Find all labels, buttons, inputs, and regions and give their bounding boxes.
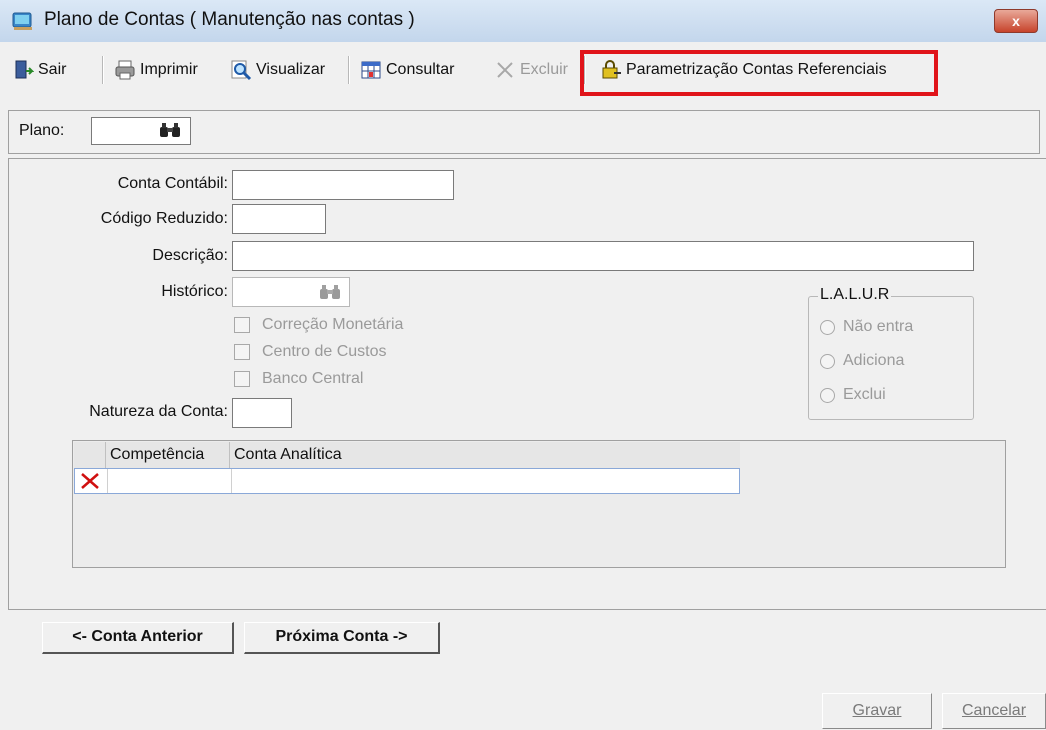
correcao-monetaria-label: Correção Monetária [262, 316, 404, 333]
nao-entra-radio[interactable]: Não entra [820, 318, 913, 336]
descricao-label: Descrição: [152, 247, 228, 264]
close-icon: x [1012, 13, 1020, 29]
grid-header: Competência Conta Analítica [74, 442, 740, 469]
banco-central-label: Banco Central [262, 370, 364, 387]
table-icon [361, 61, 381, 79]
imprimir-button[interactable]: Imprimir [114, 56, 198, 84]
codigo-reduzido-label: Código Reduzido: [100, 210, 228, 227]
checkbox-box [234, 344, 250, 360]
centro-custos-checkbox[interactable]: Centro de Custos [234, 343, 387, 361]
delete-x-icon [81, 473, 99, 489]
magnifier-icon [231, 60, 252, 81]
binoculars-icon[interactable] [159, 122, 181, 138]
visualizar-label: Visualizar [256, 61, 326, 78]
highlight-box [580, 50, 938, 96]
consultar-button[interactable]: Consultar [360, 56, 454, 84]
close-button[interactable]: x [994, 9, 1038, 33]
banco-central-checkbox[interactable]: Banco Central [234, 370, 363, 388]
app-icon [12, 12, 32, 30]
gravar-button[interactable]: Gravar [822, 693, 932, 729]
checkbox-box [234, 371, 250, 387]
conta-contabil-input[interactable] [232, 170, 454, 200]
exclui-radio[interactable]: Exclui [820, 386, 886, 404]
natureza-input[interactable] [232, 398, 292, 428]
nao-entra-label: Não entra [843, 318, 914, 335]
lalur-title: L.A.L.U.R [818, 286, 892, 304]
printer-icon [115, 60, 135, 80]
radio-dot [820, 319, 835, 335]
descricao-input[interactable] [232, 241, 974, 271]
window: Plano de Contas ( Manutenção nas contas … [0, 0, 1046, 730]
natureza-label: Natureza da Conta: [89, 403, 228, 420]
cancelar-button[interactable]: Cancelar [942, 693, 1046, 729]
radio-dot [820, 353, 835, 369]
excluir-button[interactable]: Excluir [494, 56, 568, 84]
historico-label: Histórico: [161, 283, 228, 300]
historico-input[interactable] [232, 277, 350, 307]
excluir-label: Excluir [520, 61, 569, 78]
adiciona-label: Adiciona [843, 352, 905, 369]
imprimir-label: Imprimir [140, 61, 198, 78]
competencia-header[interactable]: Competência [106, 442, 230, 468]
title-bar: Plano de Contas ( Manutenção nas contas … [0, 0, 1046, 43]
exit-door-icon [15, 60, 34, 79]
plano-label: Plano: [19, 122, 65, 139]
sair-button[interactable]: Sair [12, 56, 66, 84]
grid-indicator-header [74, 442, 106, 468]
conta-anterior-button[interactable]: <- Conta Anterior [42, 622, 234, 654]
adiciona-radio[interactable]: Adiciona [820, 352, 904, 370]
proxima-conta-button[interactable]: Próxima Conta -> [244, 622, 440, 654]
cancelar-label: Cancelar [961, 702, 1027, 719]
x-delete-icon [497, 62, 513, 78]
codigo-reduzido-input[interactable] [232, 204, 326, 234]
plano-bar: Plano: [8, 110, 1040, 154]
window-title: Plano de Contas ( Manutenção nas contas … [44, 9, 415, 30]
correcao-monetaria-checkbox[interactable]: Correção Monetária [234, 316, 403, 334]
conta-contabil-label: Conta Contábil: [117, 175, 228, 192]
conta-analitica-header[interactable]: Conta Analítica [230, 442, 740, 468]
binoculars-icon[interactable] [319, 284, 341, 300]
exclui-label: Exclui [843, 386, 886, 403]
consultar-label: Consultar [386, 61, 455, 78]
visualizar-button[interactable]: Visualizar [230, 56, 325, 84]
radio-dot [820, 387, 835, 403]
checkbox-box [234, 317, 250, 333]
centro-custos-label: Centro de Custos [262, 343, 387, 360]
table-row[interactable] [74, 468, 740, 494]
gravar-label: Gravar [852, 702, 902, 719]
sair-label: Sair [38, 61, 67, 78]
